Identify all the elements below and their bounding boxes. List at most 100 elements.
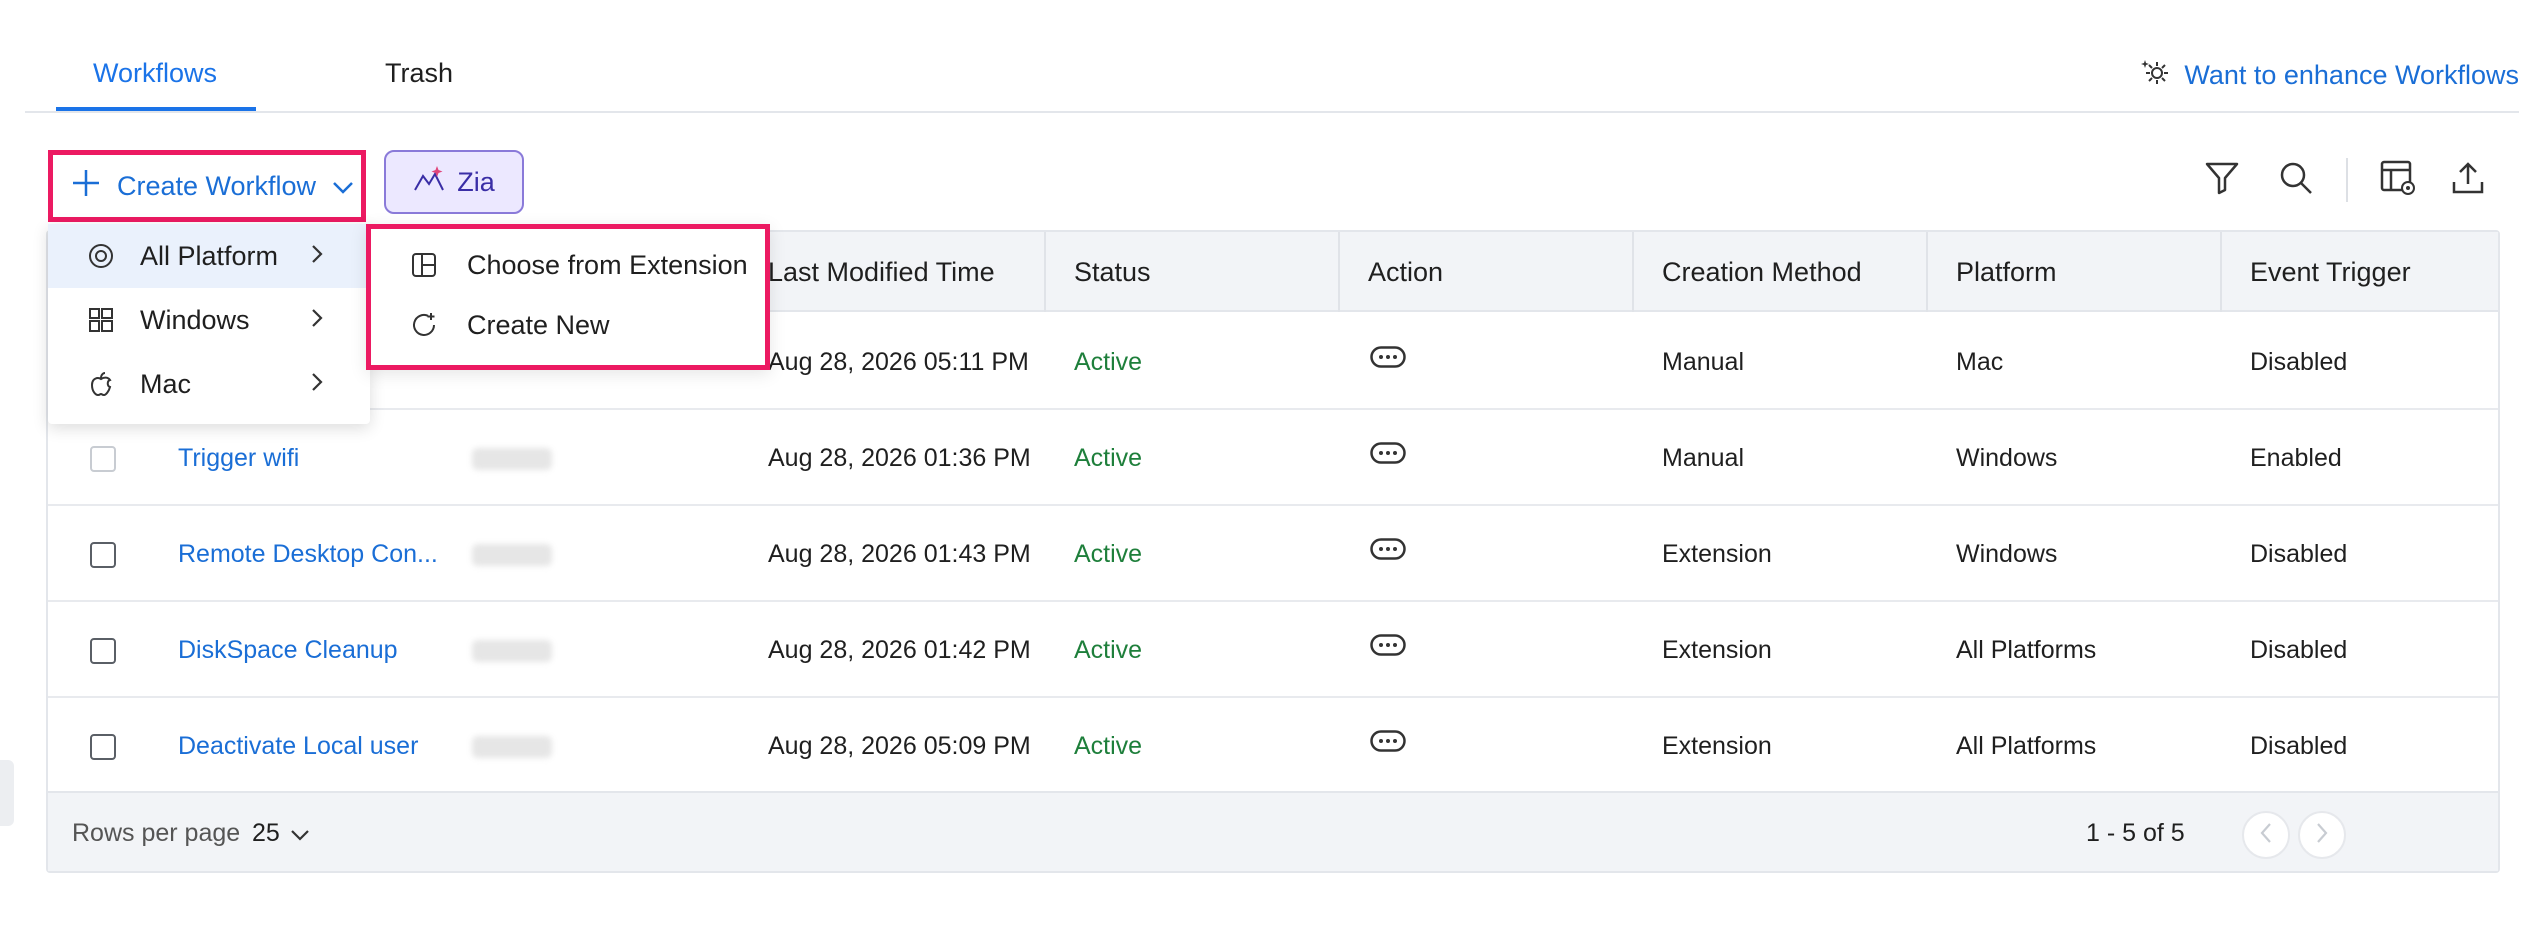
event-trigger-cell: Disabled — [2250, 539, 2348, 568]
create-workflow-button[interactable]: Create Workflow — [48, 150, 366, 222]
row-checkbox[interactable] — [90, 542, 116, 568]
rows-per-page-value: 25 — [252, 818, 280, 847]
more-actions-icon[interactable] — [1370, 730, 1406, 752]
previous-page-button[interactable] — [2242, 811, 2290, 859]
column-header-status[interactable]: Status — [1074, 232, 1151, 312]
status-cell: Active — [1074, 443, 1143, 472]
chevron-down-icon — [290, 819, 310, 848]
workflow-name-link[interactable]: Remote Desktop Con... — [178, 506, 438, 602]
menu-item-mac[interactable]: Mac — [48, 352, 370, 416]
menu-item-label: Mac — [140, 368, 192, 399]
chevron-right-icon — [310, 369, 324, 400]
rows-per-page-label: Rows per page — [72, 818, 241, 847]
create-new-icon — [409, 310, 439, 340]
column-divider — [1632, 232, 1634, 312]
workflow-name-link[interactable]: Trigger wifi — [178, 410, 299, 506]
menu-item-windows[interactable]: Windows — [48, 288, 370, 352]
menu-item-label: All Platform — [140, 240, 279, 271]
status-cell: Active — [1074, 635, 1143, 664]
next-page-button[interactable] — [2298, 811, 2346, 859]
toolbar-divider — [2346, 158, 2348, 202]
active-tab-indicator — [56, 107, 256, 111]
gear-sparkle-icon — [2140, 56, 2172, 95]
last-modified-cell: Aug 28, 2026 01:36 PM — [768, 443, 1031, 472]
status-cell: Active — [1074, 731, 1143, 760]
platform-cell: Windows — [1956, 443, 2058, 472]
table-row[interactable]: Deactivate Local user Aug 28, 2026 05:09… — [48, 698, 2498, 794]
event-trigger-cell: Disabled — [2250, 635, 2348, 664]
redacted-owner — [472, 640, 552, 662]
creation-method-cell: Extension — [1662, 539, 1772, 568]
column-header-last-modified[interactable]: Last Modified Time — [768, 232, 995, 312]
chevron-down-icon — [332, 171, 354, 202]
column-divider — [1338, 232, 1340, 312]
column-divider — [1926, 232, 1928, 312]
last-modified-cell: Aug 28, 2026 05:09 PM — [768, 731, 1031, 760]
more-actions-icon[interactable] — [1370, 442, 1406, 464]
more-actions-icon[interactable] — [1370, 538, 1406, 560]
create-workflow-label: Create Workflow — [117, 170, 317, 201]
table-row[interactable]: Trigger wifi Aug 28, 2026 01:36 PM Activ… — [48, 410, 2498, 506]
row-checkbox[interactable] — [90, 446, 116, 472]
event-trigger-cell: Disabled — [2250, 347, 2348, 376]
enhance-workflows-link[interactable]: Want to enhance Workflows — [2140, 56, 2519, 95]
enhance-link-label: Want to enhance Workflows — [2184, 60, 2519, 90]
extension-icon — [409, 250, 439, 280]
row-checkbox[interactable] — [90, 638, 116, 664]
zia-button[interactable]: Zia — [384, 150, 524, 214]
chevron-right-icon — [310, 241, 324, 272]
side-panel-handle[interactable] — [0, 760, 14, 826]
menu-item-label: Create New — [467, 309, 610, 340]
chevron-right-icon — [2315, 822, 2329, 849]
column-header-creation-method[interactable]: Creation Method — [1662, 232, 1862, 312]
menu-item-all-platform[interactable]: All Platform — [48, 224, 370, 288]
column-header-action[interactable]: Action — [1368, 232, 1443, 312]
creation-method-cell: Manual — [1662, 347, 1744, 376]
more-actions-icon[interactable] — [1370, 634, 1406, 656]
workflow-name-link[interactable]: Deactivate Local user — [178, 698, 418, 794]
menu-item-label: Choose from Extension — [467, 249, 748, 280]
column-settings-icon[interactable] — [2378, 158, 2418, 198]
menu-item-label: Windows — [140, 304, 250, 335]
creation-method-cell: Extension — [1662, 731, 1772, 760]
creation-method-cell: Extension — [1662, 635, 1772, 664]
redacted-owner — [472, 544, 552, 566]
creation-method-cell: Manual — [1662, 443, 1744, 472]
platform-menu: All Platform Windows Mac — [48, 224, 370, 424]
status-cell: Active — [1074, 539, 1143, 568]
rows-per-page-select[interactable]: 25 — [252, 793, 310, 873]
table-row[interactable]: Remote Desktop Con... Aug 28, 2026 01:43… — [48, 506, 2498, 602]
column-divider — [1044, 232, 1046, 312]
column-header-platform[interactable]: Platform — [1956, 232, 2057, 312]
export-icon[interactable] — [2448, 158, 2488, 198]
last-modified-cell: Aug 28, 2026 05:11 PM — [768, 347, 1029, 376]
menu-item-choose-from-extension[interactable]: Choose from Extension — [371, 235, 765, 295]
windows-icon — [86, 305, 116, 335]
tab-bar: Workflows Trash Want to enhance Workflow… — [25, 0, 2519, 113]
platform-cell: Mac — [1956, 347, 2004, 376]
event-trigger-cell: Enabled — [2250, 443, 2342, 472]
last-modified-cell: Aug 28, 2026 01:43 PM — [768, 539, 1031, 568]
platform-cell: All Platforms — [1956, 635, 2097, 664]
column-divider — [2220, 232, 2222, 312]
pagination-range: 1 - 5 of 5 — [2086, 818, 2185, 847]
table-footer: Rows per page 25 1 - 5 of 5 — [48, 791, 2498, 871]
create-workflow-submenu: Choose from Extension Create New — [366, 224, 770, 370]
platform-cell: Windows — [1956, 539, 2058, 568]
tab-workflows[interactable]: Workflows — [93, 58, 217, 89]
menu-item-create-new[interactable]: Create New — [371, 295, 765, 355]
column-header-event-trigger[interactable]: Event Trigger — [2250, 232, 2411, 312]
platform-cell: All Platforms — [1956, 731, 2097, 760]
last-modified-cell: Aug 28, 2026 01:42 PM — [768, 635, 1031, 664]
search-icon[interactable] — [2276, 158, 2316, 198]
redacted-owner — [472, 736, 552, 758]
chevron-left-icon — [2259, 822, 2273, 849]
workflow-name-link[interactable]: DiskSpace Cleanup — [178, 602, 398, 698]
more-actions-icon[interactable] — [1370, 346, 1406, 368]
filter-icon[interactable] — [2202, 158, 2242, 198]
apple-icon — [86, 369, 116, 399]
table-row[interactable]: DiskSpace Cleanup Aug 28, 2026 01:42 PM … — [48, 602, 2498, 698]
row-checkbox[interactable] — [90, 734, 116, 760]
chevron-right-icon — [310, 305, 324, 336]
tab-trash[interactable]: Trash — [385, 58, 453, 89]
